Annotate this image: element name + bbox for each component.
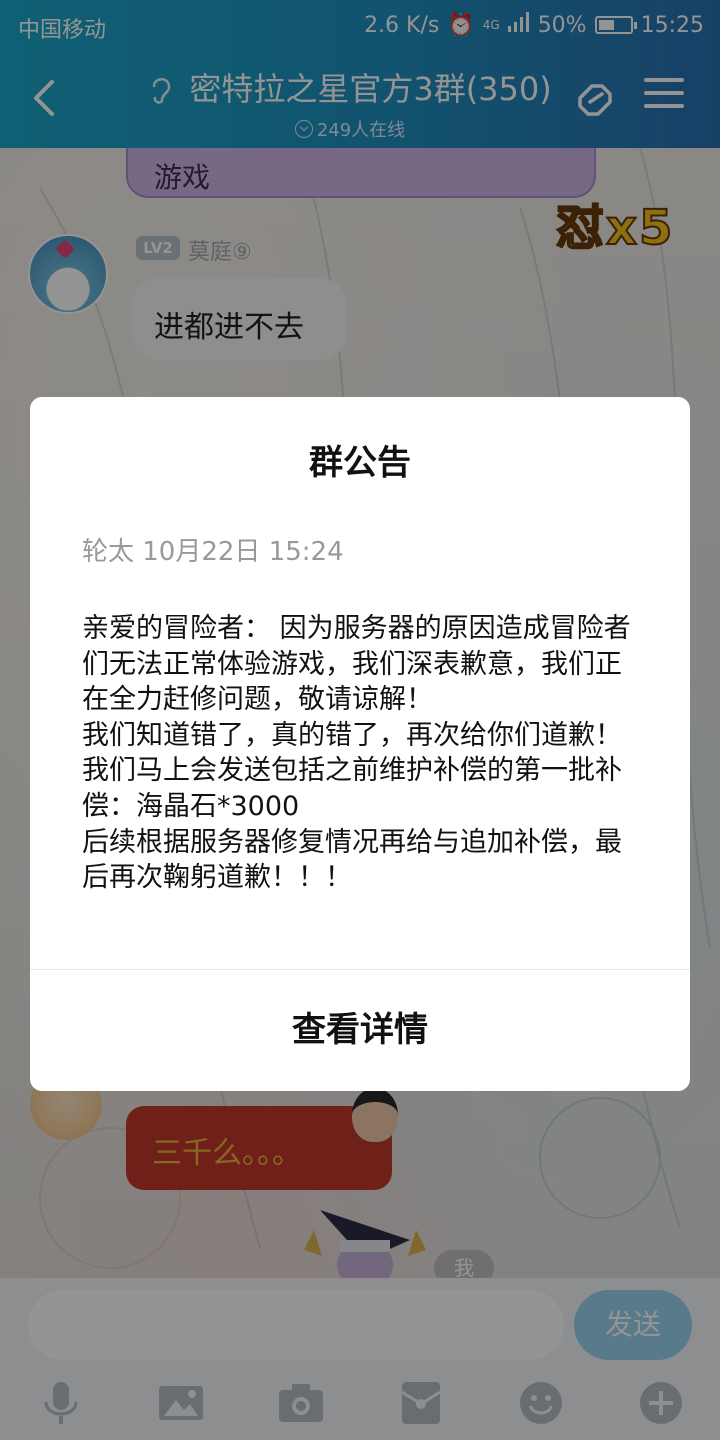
announcement-author-time: 轮太 10月22日 15:24 <box>82 537 344 567</box>
announcement-dialog: 群公告 轮太 10月22日 15:24 亲爱的冒险者： 因为服务器的原因造成冒险… <box>30 397 690 1091</box>
dialog-title: 群公告 <box>309 443 411 483</box>
view-details-button[interactable]: 查看详情 <box>30 970 690 1091</box>
announcement-body: 亲爱的冒险者： 因为服务器的原因造成冒险者们无法正常体验游戏，我们深表歉意，我们… <box>82 613 631 894</box>
